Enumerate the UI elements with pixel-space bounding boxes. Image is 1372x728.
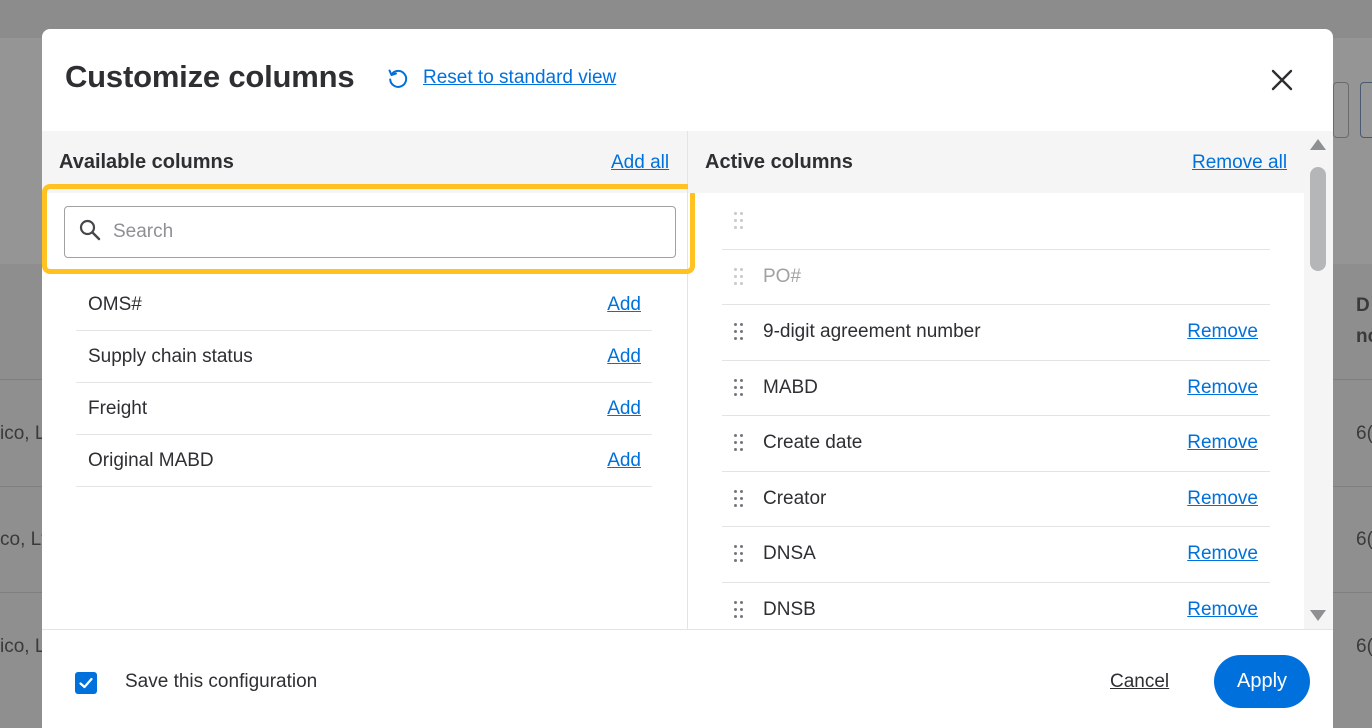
list-item: OMS# Add bbox=[76, 279, 652, 331]
active-column-label: DNSB bbox=[763, 598, 816, 620]
modal-footer: Save this configuration Cancel Apply bbox=[42, 629, 1333, 728]
active-columns-header: Active columns Remove all bbox=[688, 131, 1304, 193]
remove-column-link[interactable]: Remove bbox=[1187, 321, 1258, 343]
list-item-locked bbox=[722, 194, 1270, 250]
remove-column-link[interactable]: Remove bbox=[1187, 432, 1258, 454]
list-item: Original MABD Add bbox=[76, 435, 652, 487]
drag-handle-icon[interactable] bbox=[734, 321, 744, 343]
available-column-label: Supply chain status bbox=[88, 345, 253, 367]
customize-columns-modal: Customize columns Reset to standard view… bbox=[42, 29, 1333, 728]
active-column-label: DNSA bbox=[763, 543, 816, 565]
available-column-label: Original MABD bbox=[88, 449, 214, 471]
available-columns-panel: Available columns Add all OMS# Add Suppl… bbox=[42, 131, 695, 629]
close-icon[interactable] bbox=[1267, 65, 1297, 95]
background-row-text: co, Lt bbox=[0, 529, 47, 550]
checkmark-icon bbox=[79, 677, 93, 689]
add-column-link[interactable]: Add bbox=[607, 450, 641, 472]
list-item[interactable]: Creator Remove bbox=[722, 472, 1270, 527]
reset-to-standard-view-button[interactable]: Reset to standard view bbox=[385, 65, 616, 91]
modal-header: Customize columns Reset to standard view bbox=[42, 29, 1333, 131]
drag-handle-icon[interactable] bbox=[734, 432, 744, 454]
active-columns-title: Active columns bbox=[705, 151, 853, 173]
background-row-value: 6( bbox=[1356, 636, 1372, 657]
remove-column-link[interactable]: Remove bbox=[1187, 599, 1258, 621]
active-column-label: Create date bbox=[763, 432, 863, 454]
drag-handle-icon[interactable] bbox=[734, 488, 744, 510]
add-column-link[interactable]: Add bbox=[607, 398, 641, 420]
add-column-link[interactable]: Add bbox=[607, 346, 641, 368]
add-column-link[interactable]: Add bbox=[607, 294, 641, 316]
remove-column-link[interactable]: Remove bbox=[1187, 543, 1258, 565]
list-item: Supply chain status Add bbox=[76, 331, 652, 383]
scroll-up-arrow-icon[interactable] bbox=[1310, 139, 1326, 150]
available-column-label: Freight bbox=[88, 397, 148, 419]
background-row-text: ico, L bbox=[0, 636, 46, 657]
background-row-value: 6( bbox=[1356, 423, 1372, 444]
active-column-label: MABD bbox=[763, 376, 818, 398]
drag-handle-icon[interactable] bbox=[734, 599, 744, 621]
search-field[interactable] bbox=[64, 206, 676, 258]
active-column-label: PO# bbox=[763, 265, 802, 287]
scroll-down-arrow-icon[interactable] bbox=[1310, 610, 1326, 621]
search-input[interactable] bbox=[113, 221, 633, 243]
active-columns-panel: Active columns Remove all PO# 9-digit ag… bbox=[688, 131, 1304, 638]
apply-button[interactable]: Apply bbox=[1214, 655, 1310, 708]
list-item[interactable]: MABD Remove bbox=[722, 361, 1270, 416]
background-row-value: 6( bbox=[1356, 529, 1372, 550]
background-button bbox=[1360, 82, 1372, 138]
list-item[interactable]: DNSA Remove bbox=[722, 527, 1270, 583]
remove-column-link[interactable]: Remove bbox=[1187, 377, 1258, 399]
remove-column-link[interactable]: Remove bbox=[1187, 488, 1258, 510]
list-item[interactable]: 9-digit agreement number Remove bbox=[722, 305, 1270, 361]
list-item: Freight Add bbox=[76, 383, 652, 435]
cancel-button[interactable]: Cancel bbox=[1110, 671, 1169, 693]
reset-icon bbox=[385, 65, 411, 91]
background-row-text: ico, L bbox=[0, 423, 46, 444]
background-header-text: nc bbox=[1356, 326, 1372, 347]
save-configuration-label[interactable]: Save this configuration bbox=[125, 671, 317, 693]
drag-handle-icon bbox=[734, 266, 744, 288]
search-icon bbox=[79, 219, 101, 246]
modal-title: Customize columns bbox=[65, 59, 355, 94]
active-column-label: Creator bbox=[763, 487, 827, 509]
scrollbar[interactable] bbox=[1304, 131, 1333, 629]
background-button bbox=[1333, 82, 1349, 138]
drag-handle-icon bbox=[734, 210, 744, 232]
add-all-link[interactable]: Add all bbox=[611, 152, 669, 174]
scrollbar-thumb[interactable] bbox=[1310, 167, 1326, 271]
list-item-locked: PO# bbox=[722, 250, 1270, 305]
active-column-label: 9-digit agreement number bbox=[763, 321, 981, 343]
remove-all-link[interactable]: Remove all bbox=[1192, 152, 1287, 174]
active-columns-list: PO# 9-digit agreement number Remove MABD… bbox=[722, 194, 1270, 638]
list-item[interactable]: Create date Remove bbox=[722, 416, 1270, 472]
save-configuration-checkbox[interactable] bbox=[75, 672, 97, 694]
background-header-text: D bbox=[1356, 295, 1370, 316]
available-column-label: OMS# bbox=[88, 293, 142, 315]
available-columns-title: Available columns bbox=[59, 151, 234, 173]
drag-handle-icon[interactable] bbox=[734, 543, 744, 565]
drag-handle-icon[interactable] bbox=[734, 377, 744, 399]
reset-link-label[interactable]: Reset to standard view bbox=[423, 67, 616, 89]
available-columns-list: OMS# Add Supply chain status Add Freight… bbox=[76, 279, 652, 487]
